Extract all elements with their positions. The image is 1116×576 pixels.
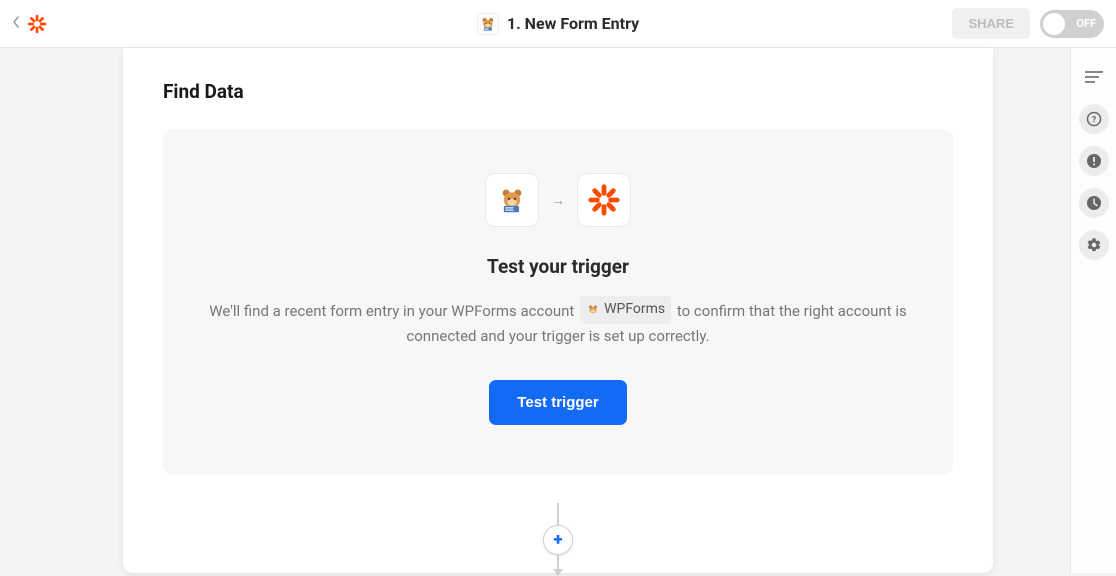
account-chip-icon — [586, 303, 600, 317]
add-step-button[interactable]: + — [543, 525, 573, 555]
publish-toggle[interactable]: OFF — [1040, 10, 1104, 38]
account-chip[interactable]: WPForms — [580, 296, 671, 324]
test-trigger-panel: → — [163, 129, 953, 475]
outline-icon[interactable] — [1079, 62, 1109, 92]
alert-icon[interactable] — [1079, 146, 1109, 176]
icon-flow: → — [193, 173, 923, 227]
connector-line — [557, 555, 559, 569]
svg-text:?: ? — [1091, 116, 1096, 126]
header-right: SHARE OFF — [952, 8, 1104, 39]
step-app-icon — [477, 13, 499, 35]
account-chip-label: WPForms — [604, 298, 665, 322]
history-icon[interactable] — [1079, 188, 1109, 218]
header-center: 1. New Form Entry — [477, 13, 639, 35]
section-title: Find Data — [163, 80, 953, 103]
plus-icon: + — [553, 532, 562, 549]
zapier-logo-icon[interactable] — [26, 13, 48, 35]
header-left — [12, 13, 48, 35]
target-app-icon — [577, 173, 631, 227]
toggle-knob — [1043, 13, 1065, 35]
share-button[interactable]: SHARE — [952, 8, 1030, 39]
step-card: Find Data → — [123, 48, 993, 573]
settings-icon[interactable] — [1079, 230, 1109, 260]
workspace: Find Data → — [0, 48, 1116, 573]
connector-line — [557, 503, 559, 525]
panel-heading: Test your trigger — [193, 255, 923, 278]
step-title: 1. New Form Entry — [507, 14, 639, 33]
panel-description: We'll find a recent form entry in your W… — [193, 296, 923, 350]
arrow-right-icon: → — [551, 192, 565, 209]
app-header: 1. New Form Entry SHARE OFF — [0, 0, 1116, 48]
source-app-icon — [485, 173, 539, 227]
test-trigger-button[interactable]: Test trigger — [489, 380, 626, 425]
help-icon[interactable]: ? — [1079, 104, 1109, 134]
right-sidebar: ? — [1070, 48, 1116, 573]
step-connector: + — [543, 503, 573, 576]
desc-part1: We'll find a recent form entry in your W… — [209, 302, 578, 320]
toggle-label: OFF — [1076, 17, 1096, 30]
back-chevron-icon[interactable] — [12, 16, 20, 32]
